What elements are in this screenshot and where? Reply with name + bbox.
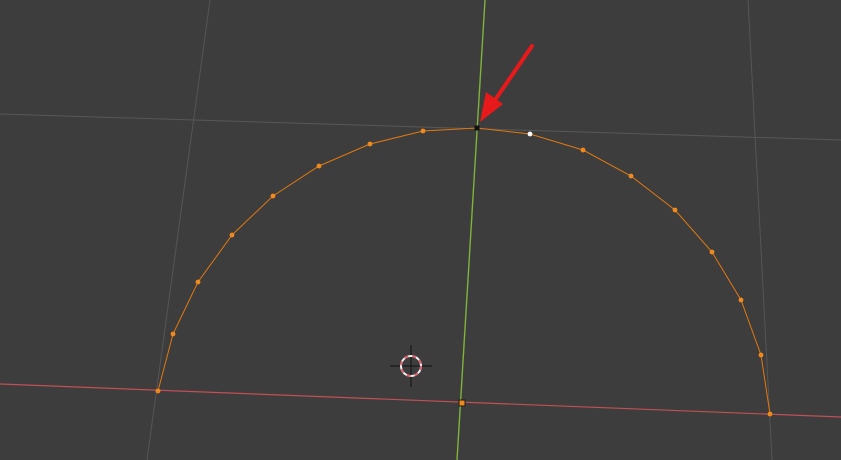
- x-axis-line: [0, 383, 841, 418]
- 3d-cursor-icon[interactable]: [390, 345, 432, 387]
- y-axis-line: [456, 0, 486, 460]
- curve-vertex[interactable]: [758, 352, 764, 358]
- curve-vertex[interactable]: [170, 331, 176, 337]
- grid: [0, 0, 841, 460]
- curve-vertex[interactable]: [270, 193, 276, 199]
- curve-vertex[interactable]: [195, 279, 201, 285]
- grid-line-vertical-right: [747, 0, 773, 460]
- curve-vertex[interactable]: [767, 411, 773, 417]
- bezier-curve[interactable]: [157, 127, 771, 415]
- curve-control-points[interactable]: [155, 125, 773, 417]
- origin-vertex[interactable]: [458, 399, 466, 407]
- red-arrow-annotation: [480, 44, 534, 122]
- curve-vertex[interactable]: [316, 163, 322, 169]
- red-arrow-shaft: [493, 44, 534, 102]
- curve-vertex[interactable]: [580, 147, 586, 153]
- curve-vertex[interactable]: [672, 207, 678, 213]
- curve-vertex-active[interactable]: [527, 131, 533, 137]
- curve-vertex[interactable]: [628, 173, 634, 179]
- curve-vertex[interactable]: [229, 232, 235, 238]
- curve-vertex-selected[interactable]: [474, 125, 480, 131]
- curve-vertex[interactable]: [709, 249, 715, 255]
- 3d-viewport[interactable]: [0, 0, 841, 460]
- curve-vertex[interactable]: [367, 141, 373, 147]
- curve-vertex[interactable]: [155, 388, 161, 394]
- grid-line-horizontal: [0, 113, 841, 141]
- curve-vertex[interactable]: [420, 128, 426, 134]
- viewport-canvas[interactable]: [0, 0, 841, 460]
- curve-vertex[interactable]: [738, 297, 744, 303]
